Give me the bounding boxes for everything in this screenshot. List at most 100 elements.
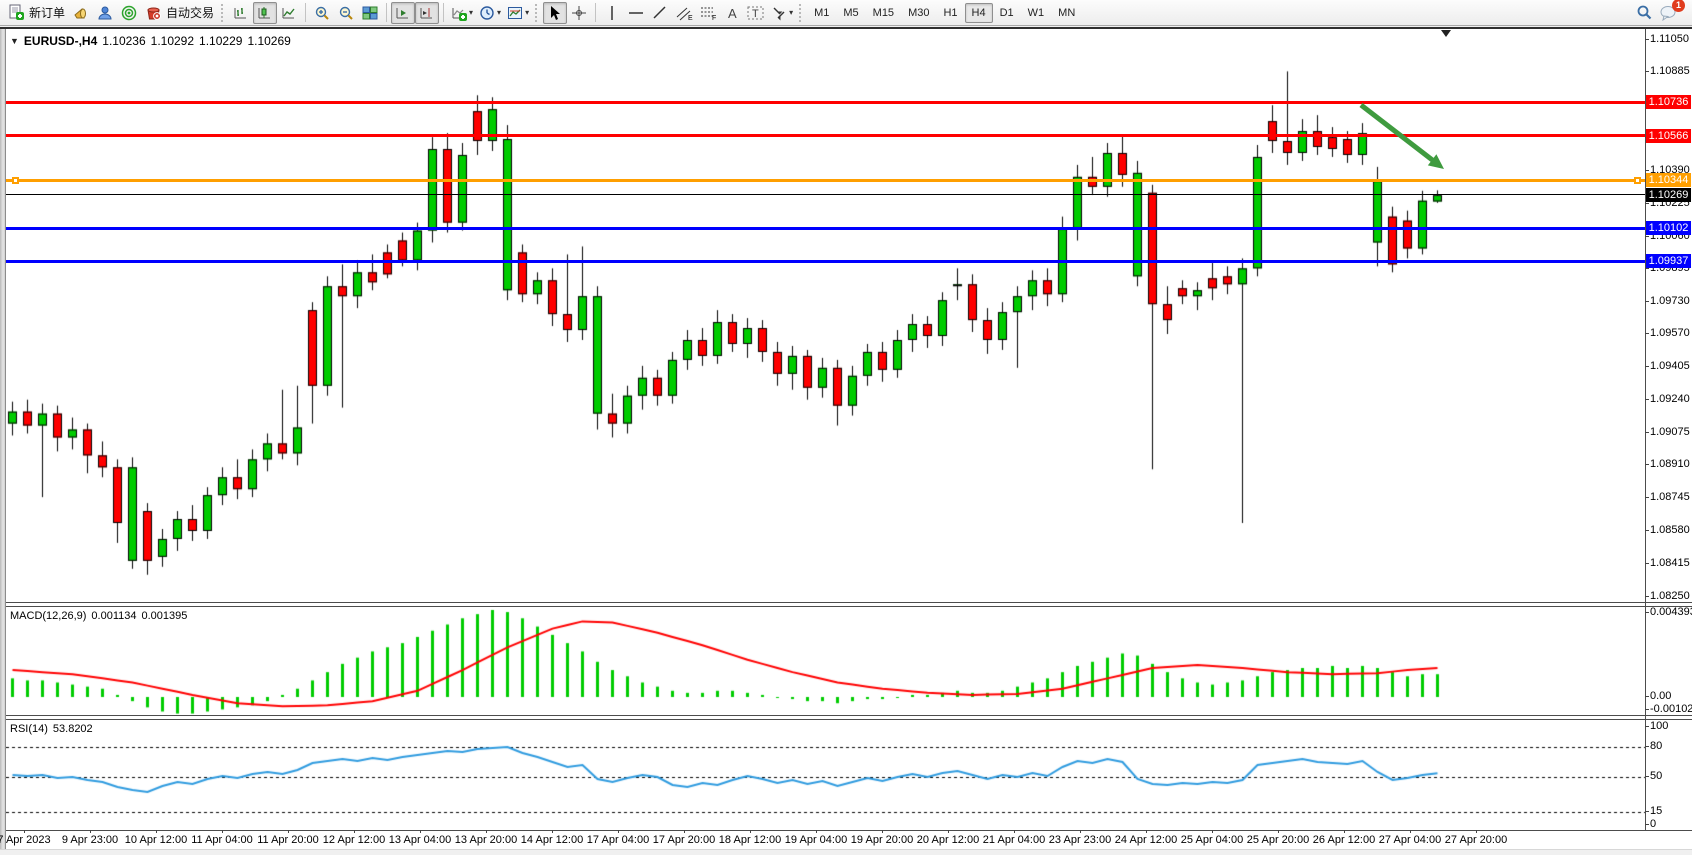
arrows-tool-button[interactable]: ▾ — [768, 2, 796, 24]
support-price-tag: 1.09937 — [1646, 254, 1691, 268]
time-tick — [354, 830, 355, 833]
price-tick: 1.08910 — [1650, 458, 1690, 470]
candlestick-chart-button[interactable] — [253, 2, 277, 24]
new-order-button[interactable] — [4, 2, 28, 24]
timeframe-m5[interactable]: M5 — [836, 3, 865, 23]
support-line[interactable] — [6, 260, 1645, 263]
chart-shift-button[interactable] — [415, 2, 439, 24]
crosshair-tool-button[interactable] — [567, 2, 591, 24]
timeframe-m1[interactable]: M1 — [807, 3, 836, 23]
time-tick — [684, 830, 685, 833]
timeframe-m15[interactable]: M15 — [866, 3, 901, 23]
time-label: 27 Apr 04:00 — [1379, 834, 1441, 846]
chevron-down-icon: ▾ — [497, 8, 501, 17]
timeframe-w1[interactable]: W1 — [1021, 3, 1052, 23]
time-tick — [750, 830, 751, 833]
autoscroll-button[interactable] — [391, 2, 415, 24]
channel-tool-button[interactable]: E — [672, 2, 696, 24]
chevron-down-icon: ▾ — [469, 8, 473, 17]
rsi-canvas[interactable] — [6, 720, 1645, 830]
profile-icon — [97, 5, 113, 21]
notification-badge: 1 — [1672, 0, 1685, 12]
search-button[interactable] — [1632, 2, 1656, 24]
signals-button[interactable] — [117, 2, 141, 24]
autotrading-button[interactable] — [141, 2, 165, 24]
time-tick — [552, 830, 553, 833]
time-label: 11 Apr 20:00 — [257, 834, 319, 846]
time-label: 10 Apr 12:00 — [125, 834, 187, 846]
label-tool-button[interactable]: T — [744, 2, 768, 24]
timeframe-mn[interactable]: MN — [1051, 3, 1082, 23]
profile-button[interactable] — [93, 2, 117, 24]
pane-separator[interactable] — [6, 715, 1692, 720]
chart-shift-marker[interactable] — [1441, 30, 1451, 37]
macd-tick: 0.004393 — [1650, 606, 1692, 618]
tile-windows-button[interactable] — [358, 2, 382, 24]
time-tick — [1278, 830, 1279, 833]
trendline-tool-button[interactable] — [648, 2, 672, 24]
bar-chart-button[interactable] — [229, 2, 253, 24]
rsi-value: 53.8202 — [53, 723, 93, 735]
alerts-button[interactable] — [69, 2, 93, 24]
timeframe-h4[interactable]: H4 — [965, 3, 993, 23]
time-label: 13 Apr 04:00 — [389, 834, 451, 846]
indicators-icon — [451, 5, 467, 21]
signal-icon — [121, 5, 137, 21]
resistance-price-tag: 1.10566 — [1646, 129, 1691, 143]
rsi-tick: 100 — [1650, 720, 1668, 732]
chat-button[interactable]: 1 — [1656, 2, 1680, 24]
cursor-tool-button[interactable] — [543, 2, 567, 24]
vertical-line-icon — [606, 5, 618, 21]
text-tool-button[interactable]: A — [720, 2, 744, 24]
ohlc-low: 1.10229 — [199, 34, 242, 48]
time-tick — [1476, 830, 1477, 833]
pivot-price-tag: 1.10344 — [1646, 173, 1691, 187]
search-icon — [1636, 4, 1653, 21]
chevron-down-icon[interactable]: ▼ — [10, 36, 19, 46]
timeframe-m30[interactable]: M30 — [901, 3, 936, 23]
trend-arrow[interactable] — [1349, 93, 1479, 203]
bid-price-tag: 1.10269 — [1646, 188, 1691, 202]
vertical-line-tool-button[interactable] — [600, 2, 624, 24]
arrows-icon — [771, 5, 787, 21]
toolbar-separator — [305, 3, 306, 22]
time-tick — [24, 830, 25, 833]
line-handle[interactable] — [1634, 177, 1641, 184]
toolbar-grip — [221, 4, 226, 22]
equidistant-channel-icon: E — [676, 5, 693, 21]
ohlc-high: 1.10292 — [151, 34, 194, 48]
time-label: 12 Apr 12:00 — [323, 834, 385, 846]
support-line[interactable] — [6, 227, 1645, 230]
toolbar-grip — [535, 4, 540, 22]
line-chart-button[interactable] — [277, 2, 301, 24]
time-label: 27 Apr 20:00 — [1445, 834, 1507, 846]
macd-canvas[interactable] — [6, 607, 1645, 717]
indicators-button[interactable]: ▾ — [448, 2, 476, 24]
timeframe-d1[interactable]: D1 — [993, 3, 1021, 23]
timeframe-h1[interactable]: H1 — [936, 3, 964, 23]
pane-separator[interactable] — [6, 602, 1692, 607]
macd-main-value: 0.001134 — [91, 610, 136, 622]
time-label: 19 Apr 20:00 — [851, 834, 913, 846]
autotrading-label[interactable]: 自动交易 — [166, 4, 214, 21]
time-tick — [222, 830, 223, 833]
new-order-label[interactable]: 新订单 — [29, 4, 65, 21]
time-tick — [1146, 830, 1147, 833]
time-label: 19 Apr 04:00 — [785, 834, 847, 846]
time-tick — [1344, 830, 1345, 833]
fibonacci-tool-button[interactable]: F — [696, 2, 720, 24]
templates-button[interactable]: ▾ — [504, 2, 532, 24]
time-tick — [618, 830, 619, 833]
periods-button[interactable]: ▾ — [476, 2, 504, 24]
time-axis-line — [6, 830, 1692, 831]
chevron-down-icon: ▾ — [525, 8, 529, 17]
candlestick-chart-icon — [257, 5, 273, 21]
price-tick: 1.11050 — [1650, 33, 1689, 45]
time-label: 21 Apr 04:00 — [983, 834, 1045, 846]
zoom-out-button[interactable] — [334, 2, 358, 24]
cursor-icon — [548, 5, 562, 21]
horizontal-line-tool-button[interactable] — [624, 2, 648, 24]
zoom-in-button[interactable] — [310, 2, 334, 24]
line-handle[interactable] — [12, 177, 19, 184]
clock-icon — [479, 5, 495, 21]
